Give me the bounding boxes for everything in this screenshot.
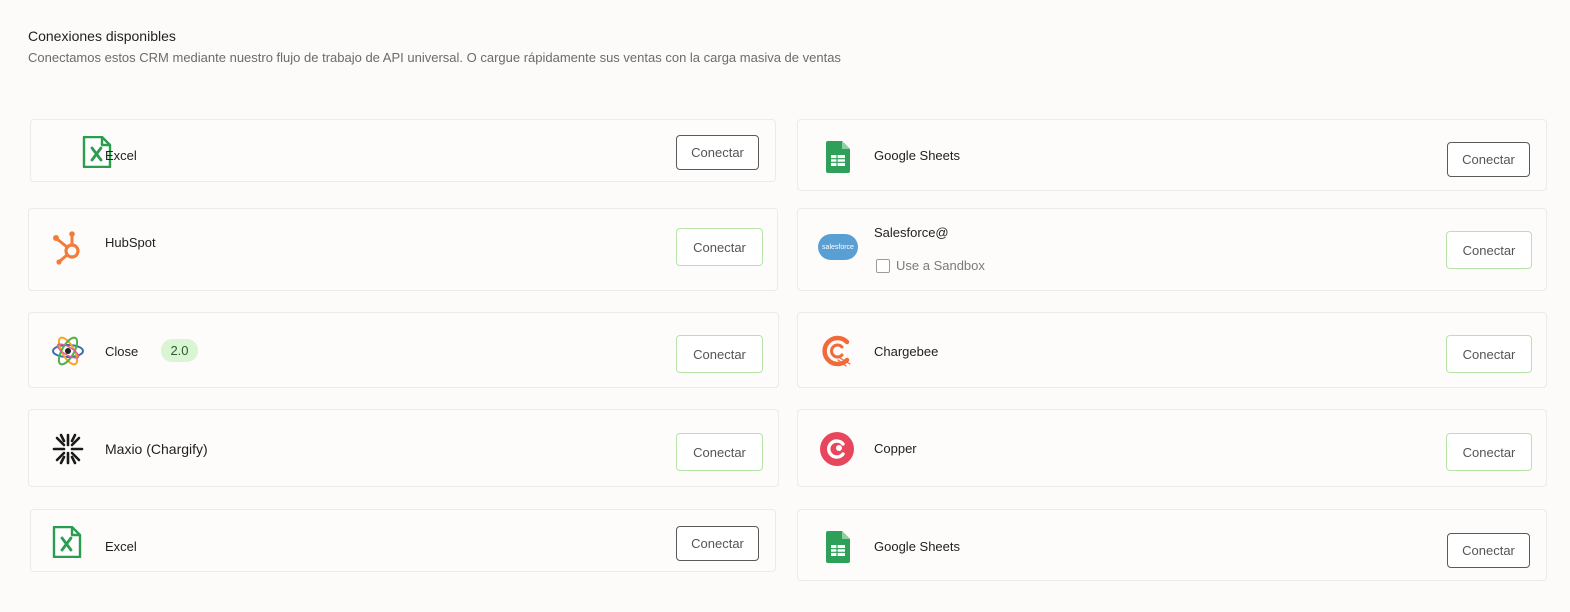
connection-card-maxio: Maxio (Chargify) Conectar — [28, 409, 779, 487]
page-header: Conexiones disponibles Conectamos estos … — [28, 28, 841, 66]
copper-icon — [817, 429, 857, 469]
hubspot-icon — [48, 227, 88, 267]
checkbox-box[interactable] — [876, 258, 890, 273]
connection-name: Excel — [105, 539, 137, 554]
connection-name: Google Sheets — [874, 148, 961, 163]
excel-icon — [47, 522, 87, 562]
connect-button-google-sheets[interactable]: Conectar — [1447, 142, 1530, 177]
connect-button-chargebee[interactable]: Conectar — [1446, 335, 1532, 373]
maxio-icon — [48, 429, 88, 469]
connection-name: Close — [105, 344, 139, 359]
connection-name: Chargebee — [874, 344, 939, 359]
connect-button-close[interactable]: Conectar — [676, 335, 763, 373]
chargebee-icon — [817, 331, 857, 371]
connection-name: Copper — [874, 441, 917, 456]
salesforce-logo-text: salesforce — [822, 243, 854, 251]
salesforce-icon: salesforce — [817, 227, 859, 267]
sandbox-checkbox[interactable]: Use a Sandbox — [876, 258, 985, 273]
close-icon — [48, 331, 88, 371]
version-badge: 2.0 — [161, 339, 198, 362]
connect-button-salesforce[interactable]: Conectar — [1446, 231, 1532, 269]
connection-name: Maxio (Chargify) — [105, 441, 208, 457]
connection-card-google-sheets: Google Sheets Conectar — [797, 509, 1547, 581]
connection-card-hubspot: HubSpot Conectar — [28, 208, 778, 291]
page-title: Conexiones disponibles — [28, 28, 176, 44]
connect-button-maxio[interactable]: Conectar — [676, 433, 763, 471]
connection-name: Salesforce@ — [874, 225, 949, 240]
google-sheets-icon — [818, 137, 858, 177]
page-subtitle: Conectamos estos CRM mediante nuestro fl… — [28, 50, 841, 65]
connection-name: Google Sheets — [874, 539, 961, 554]
connect-button-excel[interactable]: Conectar — [676, 526, 759, 561]
google-sheets-icon — [818, 527, 858, 567]
connection-card-chargebee: Chargebee Conectar — [797, 312, 1547, 388]
connect-button-hubspot[interactable]: Conectar — [676, 228, 763, 266]
sandbox-label: Use a Sandbox — [896, 258, 985, 273]
connection-card-excel: Excel Conectar — [30, 119, 776, 182]
connection-card-copper: Copper Conectar — [797, 409, 1547, 487]
connection-name: Excel — [105, 148, 137, 163]
connection-card-excel: Excel Conectar — [30, 509, 776, 572]
connect-button-excel[interactable]: Conectar — [676, 135, 759, 170]
connect-button-copper[interactable]: Conectar — [1446, 433, 1532, 471]
connection-card-salesforce: salesforce Salesforce@ Use a Sandbox Con… — [797, 208, 1547, 291]
connection-card-close: Close 2.0 Conectar — [28, 312, 779, 388]
connection-card-google-sheets: Google Sheets Conectar — [797, 119, 1547, 191]
connection-name: HubSpot — [105, 235, 156, 250]
connect-button-google-sheets[interactable]: Conectar — [1447, 533, 1530, 568]
